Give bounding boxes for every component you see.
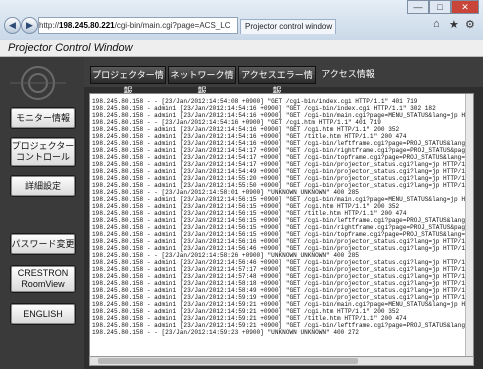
log-line: 198.245.80.158 - admin1 [23/Jan/2012:14:… [92, 147, 474, 154]
settings-gear-icon[interactable]: ⚙ [465, 18, 475, 31]
log-line: 198.245.80.158 - admin1 [23/Jan/2012:14:… [92, 133, 407, 140]
log-line: 198.245.80.158 - admin1 [23/Jan/2012:14:… [92, 112, 474, 119]
log-line: 198.245.80.158 - admin1 [23/Jan/2012:14:… [92, 308, 400, 315]
tab-projector-info[interactable]: プロジェクター情報 [90, 66, 166, 96]
log-line: 198.245.80.158 - admin1 [23/Jan/2012:14:… [92, 210, 407, 217]
access-log-panel[interactable]: 198.245.80.158 - - [23/Jan/2012:14:54:08… [89, 93, 474, 357]
log-line: 198.245.80.158 - admin1 [23/Jan/2012:14:… [92, 224, 474, 231]
log-line: 198.245.80.158 - admin1 [23/Jan/2012:14:… [92, 154, 474, 161]
window-controls: — □ ✕ [407, 0, 479, 14]
log-line: 198.245.80.158 - admin1 [23/Jan/2012:14:… [92, 175, 474, 182]
horizontal-scrollbar[interactable] [89, 356, 474, 366]
log-line: 198.245.80.158 - - [23/Jan/2012:14:59:23… [92, 329, 359, 336]
log-line: 198.245.80.158 - admin1 [23/Jan/2012:14:… [92, 126, 400, 133]
tab-access-info[interactable]: アクセス情報 [320, 66, 376, 82]
sidebar-item-password-change[interactable]: パスワード変更 [10, 233, 76, 255]
sidebar-item-label: ENGLISH [23, 308, 63, 319]
log-line: 198.245.80.158 - admin1 [23/Jan/2012:14:… [92, 196, 474, 203]
address-prefix: http:// [39, 21, 60, 30]
log-line: 198.245.80.158 - admin1 [23/Jan/2012:14:… [92, 273, 474, 280]
sidebar-item-detail-settings[interactable]: 詳細設定 [10, 175, 76, 197]
close-window-button[interactable]: ✕ [451, 0, 479, 14]
sidebar-item-label: CRESTRON RoomView [17, 268, 69, 289]
log-line: 198.245.80.158 - admin1 [23/Jan/2012:14:… [92, 322, 474, 329]
sidebar-item-label: プロジェクター コントロール [11, 141, 75, 162]
sidebar-item-monitor-info[interactable]: モニター情報 [10, 107, 76, 129]
log-line: 198.245.80.158 - admin1 [23/Jan/2012:14:… [92, 231, 474, 238]
address-path: /cgi-bin/main.cgi?page=ACS_LC [114, 21, 231, 30]
tab-title: Projector control window [245, 22, 333, 31]
home-icon[interactable]: ⌂ [433, 18, 440, 30]
sidebar-item-english[interactable]: ENGLISH [10, 303, 76, 325]
tab-access-error-info[interactable]: アクセスエラー情報 [238, 66, 316, 96]
horizontal-scroll-thumb[interactable] [98, 358, 358, 364]
log-line: 198.245.80.158 - admin1 [23/Jan/2012:14:… [92, 140, 474, 147]
sidebar-item-crestron-roomview[interactable]: CRESTRON RoomView [10, 265, 76, 293]
address-bar[interactable]: http://198.245.80.221/cgi-bin/main.cgi?p… [38, 17, 238, 34]
log-line: 198.245.80.158 - - [23/Jan/2012:14:58:01… [92, 189, 359, 196]
log-line: 198.245.80.158 - admin1 [23/Jan/2012:14:… [92, 259, 474, 266]
log-line: 198.245.80.158 - admin1 [23/Jan/2012:14:… [92, 217, 474, 224]
log-line: 198.245.80.158 - admin1 [23/Jan/2012:14:… [92, 182, 474, 189]
forward-button[interactable]: ▶ [21, 17, 38, 34]
app-title: Projector Control Window [0, 40, 483, 57]
minimize-button[interactable]: — [407, 0, 429, 14]
log-line: 198.245.80.158 - admin1 [23/Jan/2012:14:… [92, 245, 474, 252]
sidebar: モニター情報 プロジェクター コントロール 詳細設定 パスワード変更 CREST… [0, 57, 84, 369]
maximize-button[interactable]: □ [429, 0, 451, 14]
projector-logo-icon [10, 66, 66, 100]
sidebar-item-label: パスワード変更 [11, 238, 75, 249]
log-line: 198.245.80.158 - admin1 [23/Jan/2012:14:… [92, 287, 474, 294]
log-line: 198.245.80.158 - admin1 [23/Jan/2012:14:… [92, 301, 474, 308]
log-line: 198.245.80.158 - admin1 [23/Jan/2012:14:… [92, 203, 400, 210]
address-host: 198.245.80.221 [59, 21, 115, 30]
tab-network-info[interactable]: ネットワーク情報 [168, 66, 236, 96]
browser-chrome: — □ ✕ ◀ ▶ http://198.245.80.221/cgi-bin/… [0, 0, 483, 41]
browser-tab[interactable]: Projector control window × [240, 19, 336, 34]
sidebar-item-label: モニター情報 [15, 112, 70, 123]
vertical-scrollbar[interactable] [465, 94, 473, 356]
access-log: 198.245.80.158 - - [23/Jan/2012:14:54:08… [90, 94, 473, 336]
log-line: 198.245.80.158 - admin1 [23/Jan/2012:14:… [92, 105, 436, 112]
log-line: 198.245.80.158 - admin1 [23/Jan/2012:14:… [92, 266, 474, 273]
log-line: 198.245.80.158 - - [23/Jan/2012:14:54:08… [92, 98, 418, 105]
log-line: 198.245.80.158 - admin1 [23/Jan/2012:14:… [92, 168, 474, 175]
sidebar-item-label: 詳細設定 [24, 180, 61, 191]
log-line: 198.245.80.158 - admin1 [23/Jan/2012:14:… [92, 294, 474, 301]
log-line: 198.245.80.158 - - [23/Jan/2012:14:58:26… [92, 252, 359, 259]
log-line: 198.245.80.158 - admin1 [23/Jan/2012:14:… [92, 315, 407, 322]
favorites-icon[interactable]: ★ [449, 18, 459, 31]
back-button[interactable]: ◀ [4, 17, 21, 34]
log-line: 198.245.80.158 - admin1 [23/Jan/2012:14:… [92, 161, 474, 168]
tab-close-icon[interactable]: × [334, 22, 335, 31]
sidebar-item-projector-control[interactable]: プロジェクター コントロール [10, 137, 76, 167]
log-line: 198.245.80.158 - - [23/Jan/2012:14:54:16… [92, 119, 381, 126]
log-line: 198.245.80.158 - admin1 [23/Jan/2012:14:… [92, 238, 474, 245]
log-line: 198.245.80.158 - admin1 [23/Jan/2012:14:… [92, 280, 474, 287]
top-tab-bar: プロジェクター情報 ネットワーク情報 アクセスエラー情報 アクセス情報 [84, 57, 483, 96]
